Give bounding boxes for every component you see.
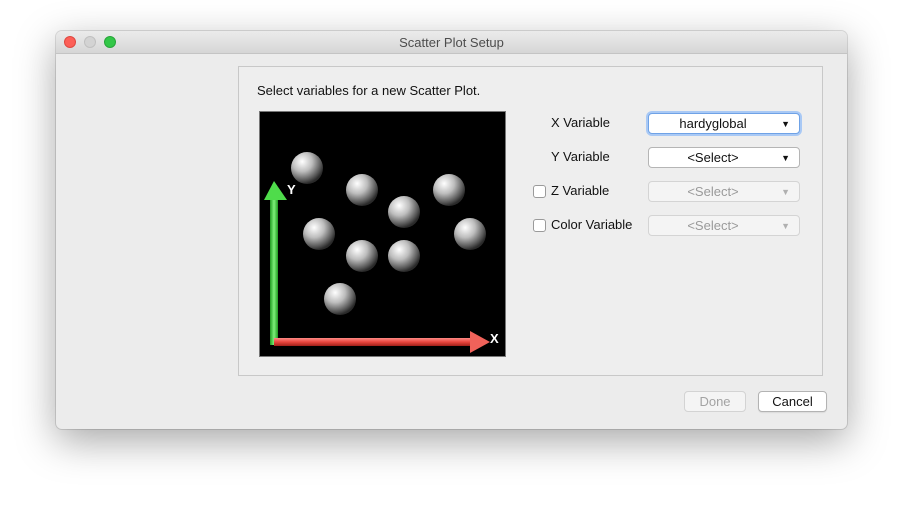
z-variable-value: <Select> [687,184,739,199]
sphere-marker [291,152,323,184]
instruction-text: Select variables for a new Scatter Plot. [257,83,481,98]
sphere-marker [388,196,420,228]
x-variable-label: X Variable [551,115,611,130]
y-variable-label: Y Variable [551,149,610,164]
done-button: Done [684,391,746,412]
y-variable-value: <Select> [687,150,739,165]
scatter-plot-setup-window: Scatter Plot Setup Select variables for … [56,31,847,429]
chevron-down-icon: ▼ [781,119,790,129]
color-variable-value: <Select> [687,218,739,233]
scatter-plot-preview: Y X [259,111,506,357]
color-variable-label: Color Variable [551,217,633,232]
chevron-down-icon: ▼ [781,187,790,197]
chevron-down-icon: ▼ [781,221,790,231]
sphere-marker [454,218,486,250]
sphere-marker [324,283,356,315]
x-variable-value: hardyglobal [679,116,747,131]
window-title: Scatter Plot Setup [399,35,504,50]
cancel-button[interactable]: Cancel [758,391,827,412]
y-variable-select[interactable]: <Select> ▼ [648,147,800,168]
x-axis-arrow [274,331,490,353]
sphere-markers [291,152,486,315]
x-axis-label: X [490,331,499,346]
y-axis-arrow [264,181,287,345]
y-axis-label: Y [287,182,296,197]
x-variable-select[interactable]: hardyglobal ▼ [648,113,800,134]
sphere-marker [303,218,335,250]
color-variable-select: <Select> ▼ [648,215,800,236]
chevron-down-icon: ▼ [781,153,790,163]
z-variable-select: <Select> ▼ [648,181,800,202]
sphere-marker [346,240,378,272]
z-variable-label: Z Variable [551,183,610,198]
title-bar[interactable]: Scatter Plot Setup [56,31,847,54]
setup-panel: Select variables for a new Scatter Plot. [238,66,823,376]
sphere-marker [388,240,420,272]
sphere-marker [346,174,378,206]
sphere-marker [433,174,465,206]
z-variable-checkbox[interactable] [533,185,546,198]
color-variable-checkbox[interactable] [533,219,546,232]
preview-graphic: Y X [264,152,499,353]
